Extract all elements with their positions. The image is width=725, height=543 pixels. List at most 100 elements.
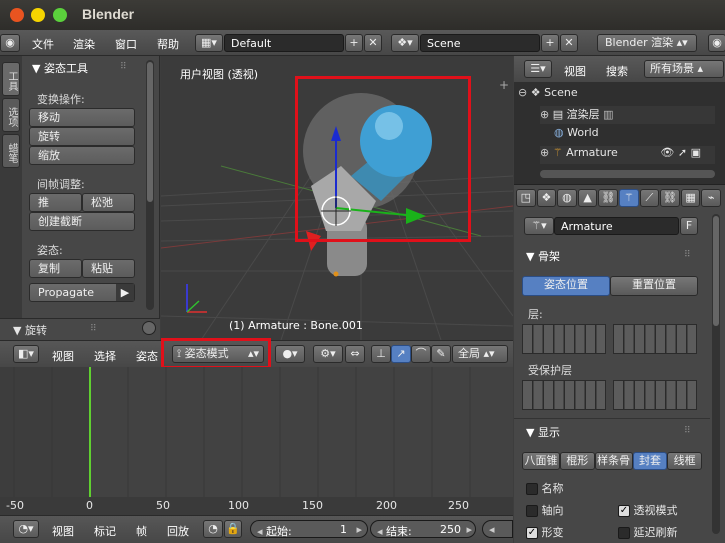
- 3d-viewport[interactable]: 用户视图 (透视) (1) Armature : Bone.001 +: [161, 56, 513, 340]
- breakdown-button[interactable]: 创建截断: [29, 212, 135, 231]
- paste-pose-button[interactable]: 粘贴: [82, 259, 135, 278]
- viewport-add-region-icon[interactable]: +: [499, 78, 509, 92]
- shape-checkbox[interactable]: ✓: [526, 527, 538, 539]
- armature-tab-icon[interactable]: ⚚: [618, 189, 639, 207]
- transform-orientation-icon[interactable]: ✎: [431, 345, 451, 363]
- physics-tab-icon[interactable]: ⌁: [701, 189, 721, 207]
- editor-type-icon[interactable]: ◉: [0, 34, 20, 52]
- menu-window[interactable]: 窗口: [115, 36, 137, 52]
- panel-toggle-icon[interactable]: [142, 321, 156, 335]
- object-tab-icon[interactable]: ▲: [577, 189, 598, 207]
- bone-constraint-tab-icon[interactable]: ⛓: [660, 189, 680, 207]
- outliner-item-armature[interactable]: ⊕ ⚚ Armature 👁 ➚ ▣: [540, 146, 715, 164]
- outliner[interactable]: ⊖ ❖ Scene ⊕ ▤ 渲染层 ▥ ◍ World ⊕ ⚚ Armature…: [514, 82, 725, 184]
- remove-scene-button[interactable]: ✕: [560, 34, 578, 52]
- orientation-select[interactable]: 全局 ▴▾: [452, 345, 508, 363]
- display-wire-button[interactable]: 线框: [667, 452, 702, 470]
- preview-range-icon[interactable]: ◔: [203, 520, 223, 538]
- close-window-button[interactable]: [10, 8, 24, 22]
- texture-tab-icon[interactable]: ▦: [680, 189, 701, 207]
- manipulator-toggle[interactable]: ⇔: [345, 345, 365, 363]
- add-layout-button[interactable]: +: [345, 34, 363, 52]
- delay-checkbox-row[interactable]: 延迟刷新: [618, 524, 678, 540]
- armature-browse-icon[interactable]: ⚚▾: [524, 217, 554, 235]
- maximize-window-button[interactable]: [53, 8, 67, 22]
- tab-grease-pencil[interactable]: 蜡笔: [2, 134, 20, 168]
- remove-layout-button[interactable]: ✕: [364, 34, 382, 52]
- display-mode-select[interactable]: 所有场景 ▴: [644, 60, 724, 78]
- push-button[interactable]: 推: [29, 193, 82, 212]
- scale-button[interactable]: 缩放: [29, 146, 135, 165]
- tab-tools[interactable]: 工具: [2, 62, 20, 96]
- scale-manipulator-icon[interactable]: ⌒: [411, 345, 431, 363]
- right-arrow-icon[interactable]: ▸: [356, 523, 362, 536]
- xray-checkbox[interactable]: ✓: [618, 505, 630, 517]
- scene-tab-icon[interactable]: ❖: [536, 189, 557, 207]
- menu-view[interactable]: 视图: [564, 63, 586, 79]
- current-frame-field[interactable]: ◂: [482, 520, 513, 538]
- collapse-icon[interactable]: ⊖: [518, 86, 527, 99]
- visibility-eye-icon[interactable]: 👁 ➚ ▣: [660, 146, 701, 159]
- skeleton-panel-header[interactable]: ▼ 骨架: [526, 248, 560, 264]
- delay-checkbox[interactable]: [618, 527, 630, 539]
- bone-layers-grid-left[interactable]: [522, 324, 606, 354]
- left-arrow-icon[interactable]: ◂: [257, 525, 263, 538]
- outliner-scrollbar[interactable]: [540, 170, 715, 178]
- xray-checkbox-row[interactable]: ✓ 透视模式: [618, 502, 678, 518]
- rest-position-button[interactable]: 重置位置: [610, 276, 698, 296]
- minimize-window-button[interactable]: [31, 8, 45, 22]
- left-arrow-icon[interactable]: ◂: [489, 523, 495, 536]
- outliner-item-scene[interactable]: ⊖ ❖ Scene: [518, 86, 713, 104]
- outliner-item-world[interactable]: ◍ World: [554, 126, 715, 144]
- names-checkbox[interactable]: [526, 483, 538, 495]
- expand-icon[interactable]: ⊕: [540, 108, 549, 121]
- menu-pose[interactable]: 姿态: [136, 348, 158, 364]
- fake-user-button[interactable]: F: [680, 217, 698, 235]
- tab-options[interactable]: 选项: [2, 98, 20, 132]
- world-tab-icon[interactable]: ◍: [557, 189, 577, 207]
- rotate-button[interactable]: 旋转: [29, 127, 135, 146]
- protected-layers-grid-right[interactable]: [613, 380, 697, 410]
- menu-search[interactable]: 搜索: [606, 63, 628, 79]
- display-octahedral-button[interactable]: 八面锥: [522, 452, 560, 470]
- menu-file[interactable]: 文件: [32, 36, 54, 52]
- menu-select[interactable]: 选择: [94, 348, 116, 364]
- relax-button[interactable]: 松弛: [82, 193, 135, 212]
- rotate-manipulator-icon[interactable]: ↗: [391, 345, 411, 363]
- scene-icon[interactable]: ❖▾: [391, 34, 419, 52]
- menu-frame[interactable]: 帧: [136, 523, 147, 539]
- display-stick-button[interactable]: 棍形: [559, 452, 595, 470]
- add-scene-button[interactable]: +: [541, 34, 559, 52]
- move-button[interactable]: 移动: [29, 108, 135, 127]
- menu-marker[interactable]: 标记: [94, 523, 116, 539]
- pose-tools-header[interactable]: ▼ 姿态工具: [32, 60, 88, 76]
- menu-view[interactable]: 视图: [52, 523, 74, 539]
- display-envelope-button[interactable]: 封套: [632, 452, 668, 470]
- copy-pose-button[interactable]: 复制: [29, 259, 82, 278]
- bone-tab-icon[interactable]: ⟋: [639, 189, 660, 207]
- end-frame-field[interactable]: ◂ 结束: 250 ▸: [370, 520, 476, 538]
- menu-view[interactable]: 视图: [52, 348, 74, 364]
- names-checkbox-row[interactable]: 名称: [526, 480, 564, 496]
- pivot-select[interactable]: ⚙▾: [313, 345, 343, 363]
- axes-checkbox[interactable]: [526, 505, 538, 517]
- menu-render[interactable]: 渲染: [73, 36, 95, 52]
- layout-icon[interactable]: ▦▾: [195, 34, 223, 52]
- right-arrow-icon[interactable]: ▸: [466, 523, 472, 536]
- constraints-tab-icon[interactable]: ⛓: [598, 189, 618, 207]
- axes-checkbox-row[interactable]: 轴向: [526, 502, 564, 518]
- rotate-operator-panel[interactable]: ▼ 旋转 ⠿: [0, 318, 160, 340]
- bone-layers-grid-right[interactable]: [613, 324, 697, 354]
- layout-field[interactable]: Default: [224, 34, 344, 52]
- editor-type-icon[interactable]: ◔▾: [13, 520, 39, 538]
- drag-handle-icon[interactable]: ⠿: [90, 324, 97, 334]
- start-frame-field[interactable]: ◂ 起始: 1 ▸: [250, 520, 368, 538]
- scene-field[interactable]: Scene: [420, 34, 540, 52]
- timeline-ruler[interactable]: -50 0 50 100 150 200 250: [0, 497, 513, 515]
- left-arrow-icon[interactable]: ◂: [377, 525, 383, 538]
- expand-icon[interactable]: ⊕: [540, 146, 549, 159]
- propagate-menu-icon[interactable]: ▶: [116, 284, 134, 301]
- shading-select[interactable]: ●▾: [275, 345, 305, 363]
- translate-manipulator-icon[interactable]: ⊥: [371, 345, 391, 363]
- display-bbone-button[interactable]: 样条骨: [594, 452, 633, 470]
